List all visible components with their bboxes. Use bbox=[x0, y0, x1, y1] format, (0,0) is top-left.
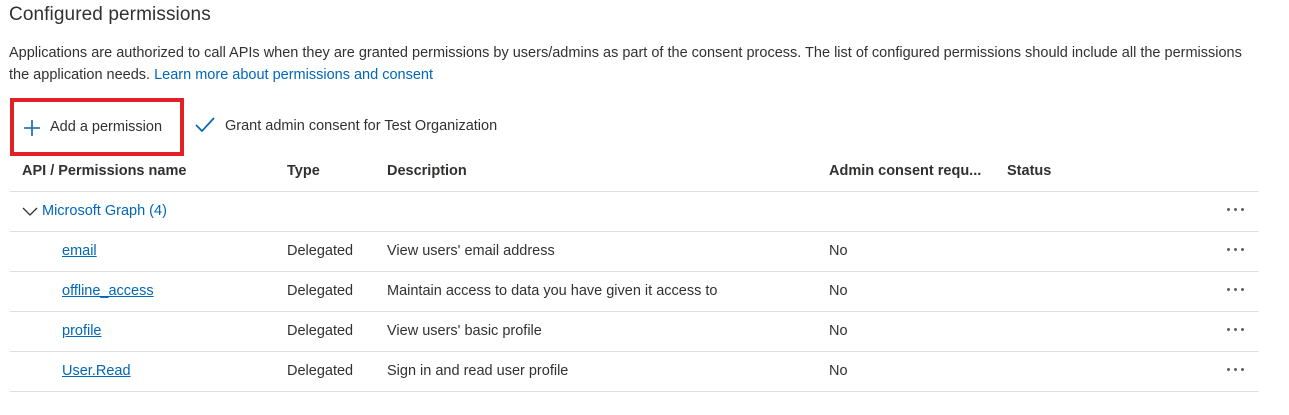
table-row: User.Read Delegated Sign in and read use… bbox=[10, 352, 1259, 392]
configured-permissions-page: Configured permissions Applications are … bbox=[0, 0, 1289, 415]
permission-type: Delegated bbox=[287, 243, 354, 259]
header-admin-consent[interactable]: Admin consent requ... bbox=[829, 163, 981, 179]
table-row: offline_access Delegated Maintain access… bbox=[10, 272, 1259, 312]
header-description[interactable]: Description bbox=[387, 163, 467, 179]
plus-icon bbox=[24, 120, 40, 136]
header-status[interactable]: Status bbox=[1007, 163, 1051, 179]
permission-type: Delegated bbox=[287, 283, 354, 299]
grant-admin-consent-label: Grant admin consent for Test Organizatio… bbox=[225, 118, 498, 134]
permission-link-user-read[interactable]: User.Read bbox=[62, 363, 131, 379]
permission-description: Sign in and read user profile bbox=[387, 363, 569, 379]
permission-description: View users' basic profile bbox=[387, 323, 542, 339]
header-name[interactable]: API / Permissions name bbox=[22, 163, 186, 179]
section-title: Configured permissions bbox=[9, 4, 211, 25]
more-icon[interactable] bbox=[1224, 280, 1248, 300]
admin-consent-required: No bbox=[829, 283, 848, 299]
grant-admin-consent-button[interactable]: Grant admin consent for Test Organizatio… bbox=[192, 98, 552, 156]
table-row: email Delegated View users' email addres… bbox=[10, 232, 1259, 272]
admin-consent-required: No bbox=[829, 243, 848, 259]
more-icon[interactable] bbox=[1224, 360, 1248, 380]
group-toggle[interactable]: Microsoft Graph (4) bbox=[22, 203, 167, 219]
permission-link-offline-access[interactable]: offline_access bbox=[62, 283, 154, 299]
add-permission-label: Add a permission bbox=[50, 119, 163, 135]
table-row: profile Delegated View users' basic prof… bbox=[10, 312, 1259, 352]
add-permission-button[interactable]: Add a permission bbox=[10, 98, 184, 156]
admin-consent-required: No bbox=[829, 323, 848, 339]
permission-description: Maintain access to data you have given i… bbox=[387, 283, 718, 299]
permission-link-profile[interactable]: profile bbox=[62, 323, 102, 339]
permission-description: View users' email address bbox=[387, 243, 555, 259]
header-type[interactable]: Type bbox=[287, 163, 320, 179]
table-header: API / Permissions name Type Description … bbox=[10, 152, 1259, 192]
permissions-table: API / Permissions name Type Description … bbox=[10, 152, 1259, 392]
more-icon[interactable] bbox=[1224, 240, 1248, 260]
admin-consent-required: No bbox=[829, 363, 848, 379]
more-icon[interactable] bbox=[1224, 200, 1248, 220]
permission-type: Delegated bbox=[287, 323, 354, 339]
group-row-microsoft-graph: Microsoft Graph (4) bbox=[10, 192, 1259, 232]
section-description: Applications are authorized to call APIs… bbox=[9, 42, 1259, 86]
learn-more-link[interactable]: Learn more about permissions and consent bbox=[154, 67, 433, 83]
chevron-down-icon bbox=[22, 207, 38, 216]
more-icon[interactable] bbox=[1224, 320, 1248, 340]
permission-type: Delegated bbox=[287, 363, 354, 379]
group-label: Microsoft Graph (4) bbox=[42, 203, 167, 219]
checkmark-icon bbox=[195, 117, 215, 133]
permission-link-email[interactable]: email bbox=[62, 243, 97, 259]
